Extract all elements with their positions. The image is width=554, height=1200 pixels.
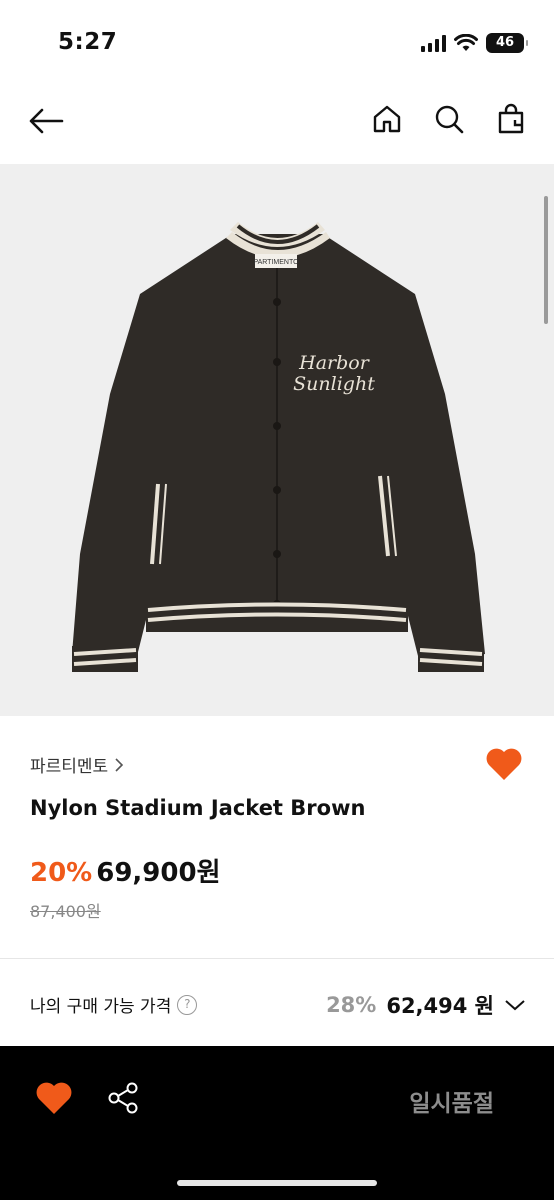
battery-icon: 46 bbox=[486, 33, 528, 53]
status-time: 5:27 bbox=[58, 29, 118, 55]
like-button[interactable] bbox=[484, 746, 524, 784]
heart-icon bbox=[36, 1082, 72, 1114]
search-button[interactable] bbox=[430, 98, 468, 140]
divider bbox=[0, 958, 554, 959]
scrollbar[interactable] bbox=[544, 196, 548, 324]
jacket-illustration: PARTIMENTO Harbor Sunlight bbox=[72, 222, 485, 672]
my-price-value: 62,494 원 bbox=[386, 994, 494, 1018]
brand-name: 파르티멘토 bbox=[30, 757, 109, 777]
product-title: Nylon Stadium Jacket Brown bbox=[30, 796, 366, 820]
my-price-label: 나의 구매 가능 가격 ? bbox=[30, 992, 198, 1017]
search-icon bbox=[435, 105, 464, 134]
status-icons: 46 bbox=[421, 33, 528, 53]
embroidery-line2: Sunlight bbox=[293, 373, 375, 395]
brand-link[interactable]: 파르티멘토 bbox=[30, 752, 124, 777]
brand-label-text: PARTIMENTO bbox=[253, 259, 299, 266]
help-icon[interactable]: ? bbox=[177, 994, 198, 1015]
arrow-left-icon bbox=[29, 108, 64, 134]
home-indicator bbox=[177, 1180, 377, 1186]
home-icon bbox=[373, 105, 401, 133]
heart-icon bbox=[486, 748, 522, 780]
price-row: 20% 69,900원 bbox=[30, 852, 221, 889]
chevron-down-icon bbox=[505, 1000, 525, 1011]
top-nav bbox=[0, 88, 554, 164]
sale-price: 69,900원 bbox=[96, 858, 221, 888]
my-price-toggle[interactable]: 28% 62,494 원 bbox=[326, 990, 526, 1020]
product-image[interactable]: PARTIMENTO Harbor Sunlight bbox=[0, 164, 554, 716]
share-button[interactable] bbox=[104, 1078, 144, 1118]
discount-rate: 20% bbox=[30, 858, 93, 888]
cart-button[interactable] bbox=[492, 98, 530, 140]
wifi-icon bbox=[454, 34, 478, 51]
home-button[interactable] bbox=[368, 98, 406, 140]
back-button[interactable] bbox=[26, 100, 68, 142]
chevron-right-icon bbox=[115, 757, 124, 772]
bag-icon bbox=[498, 103, 524, 134]
embroidery-line1: Harbor bbox=[298, 352, 371, 374]
my-discount: 28% bbox=[326, 993, 377, 1017]
cellular-signal-icon bbox=[421, 34, 446, 52]
share-icon bbox=[108, 1082, 138, 1114]
soldout-button[interactable]: 일시품절 bbox=[409, 1084, 494, 1118]
my-price-text: 나의 구매 가능 가격 bbox=[30, 997, 172, 1017]
original-price: 87,400원 bbox=[30, 902, 101, 921]
status-bar: 5:27 46 bbox=[0, 0, 554, 88]
bottom-action-bar: 일시품절 bbox=[0, 1046, 554, 1200]
bottom-like-button[interactable] bbox=[34, 1080, 74, 1116]
